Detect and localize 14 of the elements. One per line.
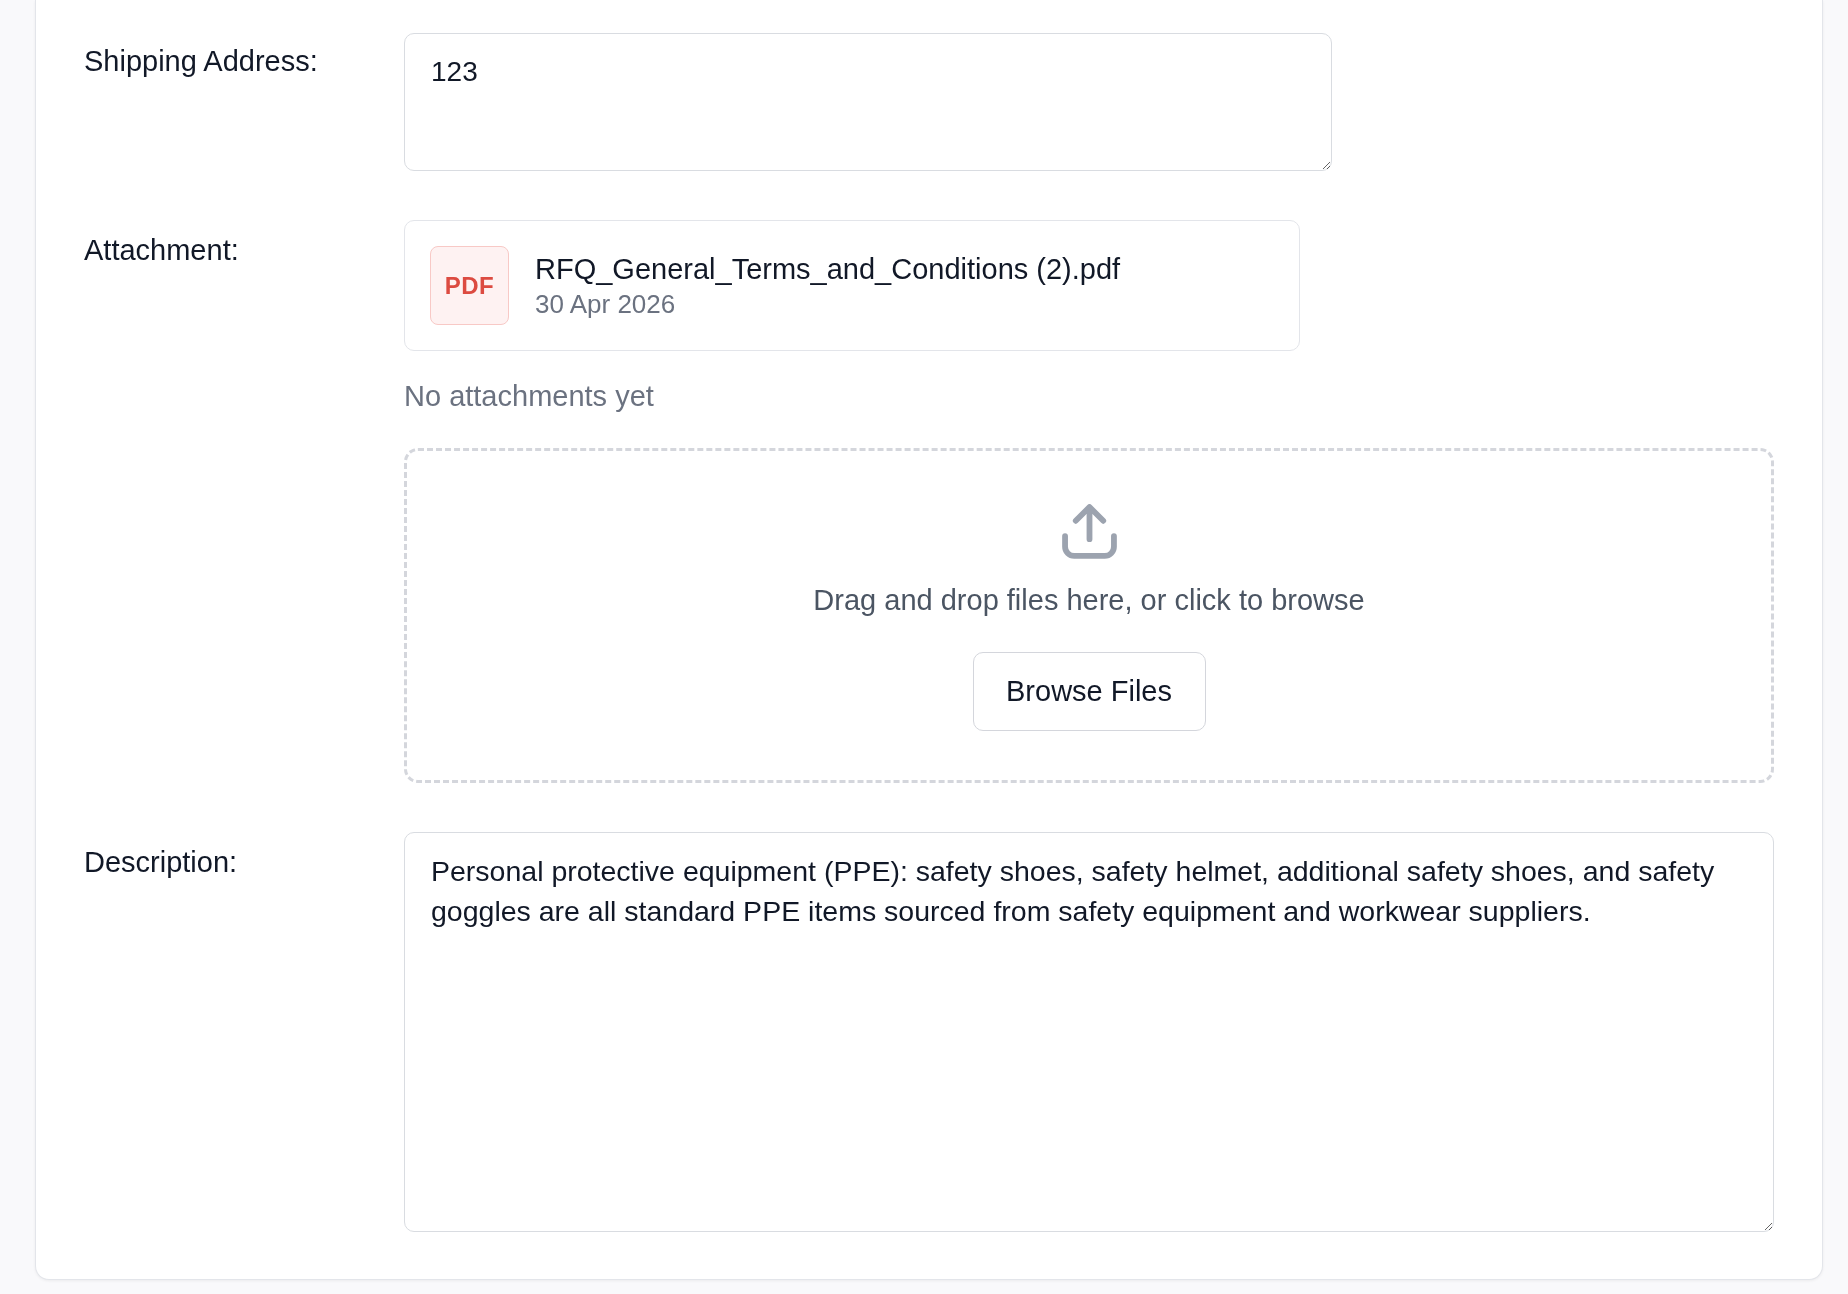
upload-icon xyxy=(1061,504,1117,559)
dropzone-prompt: Drag and drop files here, or click to browse xyxy=(813,583,1365,618)
attachment-card[interactable]: PDF RFQ_General_Terms_and_Conditions (2).pdf 30 Apr 2026 xyxy=(404,220,1300,351)
file-name: RFQ_General_Terms_and_Conditions (2).pdf xyxy=(535,251,1121,286)
empty-attachments-message: No attachments yet xyxy=(404,380,654,412)
file-dropzone[interactable]: Drag and drop files here, or click to browse Browse Files xyxy=(404,448,1774,783)
pdf-file-icon: PDF xyxy=(430,246,509,325)
address-field[interactable]: 123 xyxy=(404,33,1332,171)
description-field[interactable]: Personal protective equipment (PPE): safety shoes, safety helmet, additional safety shoes, and safety goggles are all standard PPE items sourced from safety equipment and workwear suppliers. xyxy=(404,832,1774,1232)
file-date: 30 Apr 2026 xyxy=(535,287,677,320)
browse-files-button[interactable]: Browse Files xyxy=(972,652,1206,731)
field-label: Shipping Address: xyxy=(84,45,318,77)
field-label: Description: xyxy=(84,846,238,878)
field-label: Attachment: xyxy=(84,234,239,266)
